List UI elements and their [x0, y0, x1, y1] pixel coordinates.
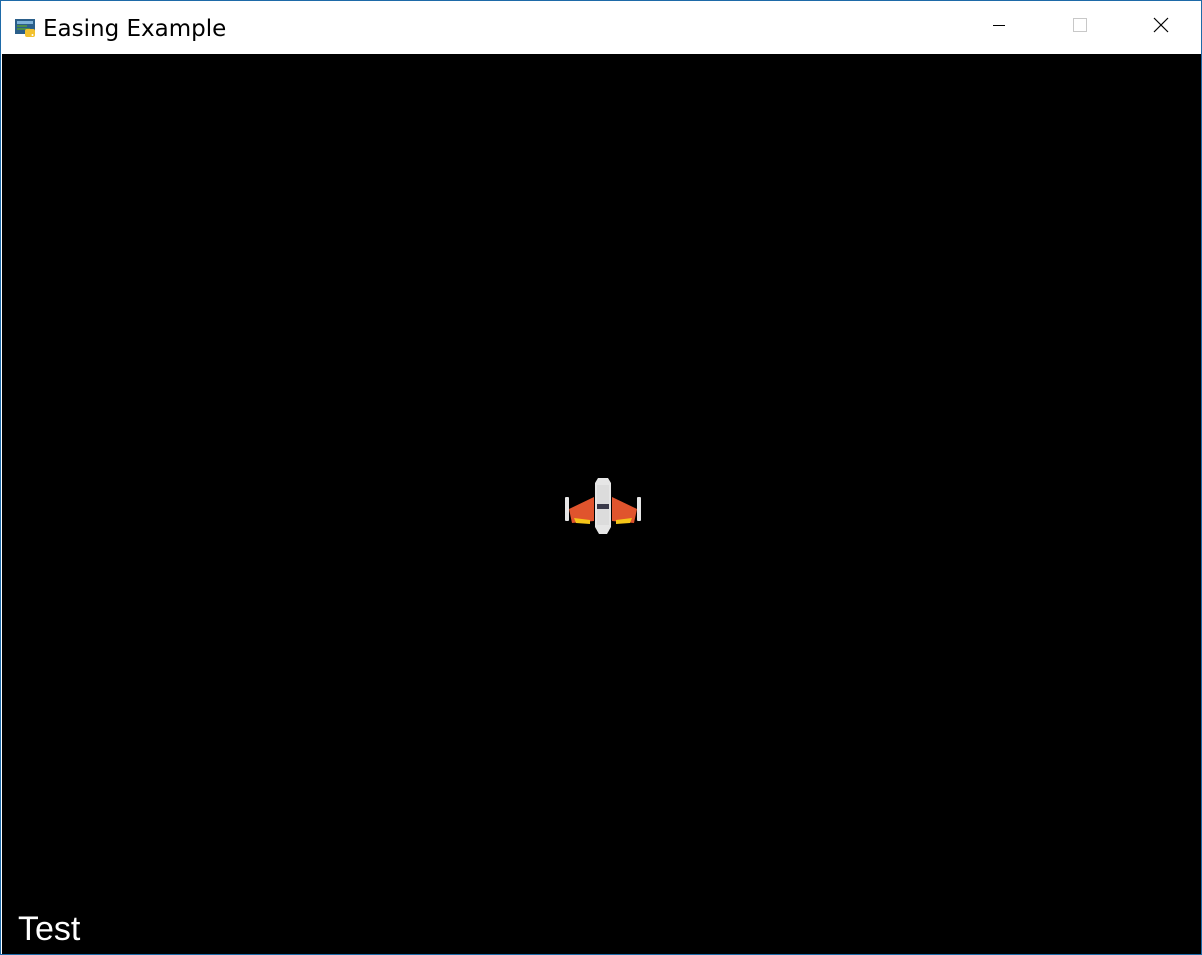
app-window: Easing Example Test — [0, 0, 1202, 955]
game-canvas[interactable]: Test — [2, 54, 1201, 954]
minimize-button[interactable] — [959, 1, 1039, 54]
maximize-button[interactable] — [1040, 1, 1120, 54]
close-button[interactable] — [1121, 1, 1201, 54]
python-icon — [14, 17, 36, 39]
minimize-icon — [992, 18, 1006, 37]
title-bar[interactable]: Easing Example — [1, 1, 1201, 54]
hud-text: Test — [18, 910, 81, 948]
window-title: Easing Example — [43, 16, 227, 42]
close-icon — [1153, 17, 1169, 38]
spaceship-sprite — [564, 475, 642, 535]
maximize-icon — [1073, 18, 1087, 37]
